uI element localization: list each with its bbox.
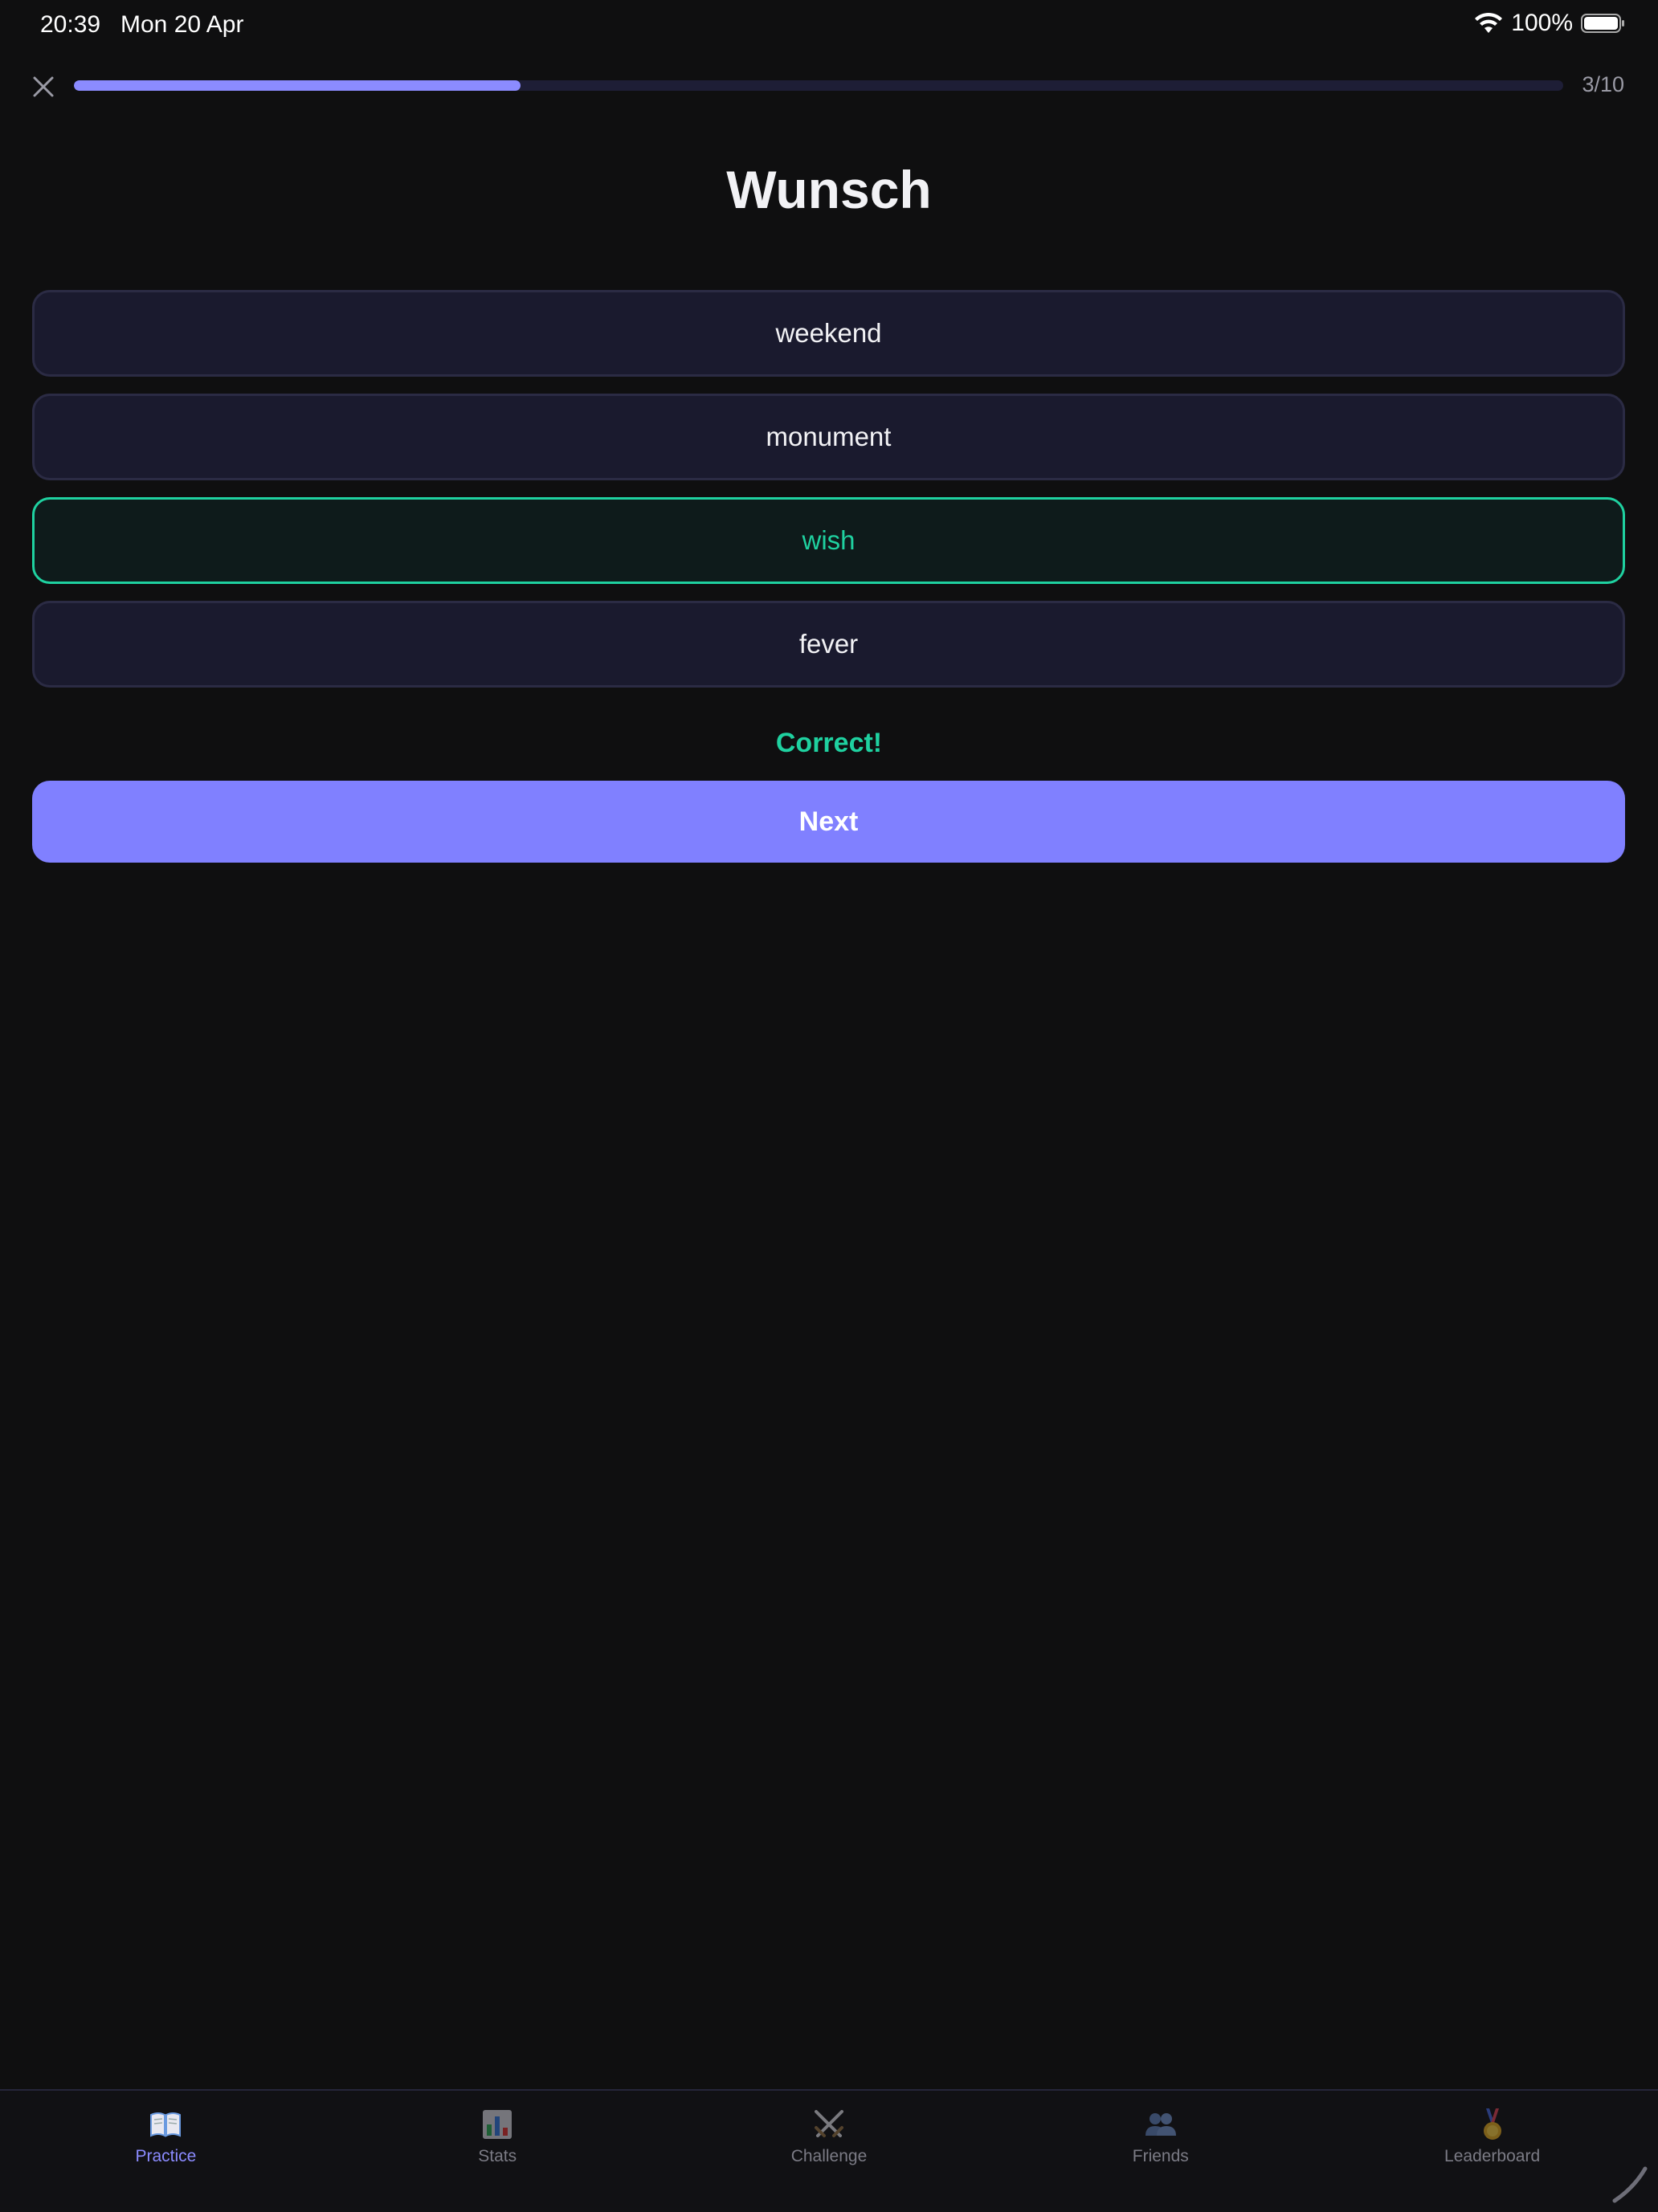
answer-option-weekend[interactable]: weekend [32,290,1625,377]
progress-count: 3/10 [1582,72,1624,96]
tab-label-leaderboard: Leaderboard [1444,2147,1541,2165]
tab-label-stats: Stats [478,2147,517,2165]
tab-label-challenge: Challenge [790,2147,868,2165]
progress-bar [74,80,1563,91]
wifi-icon [1475,12,1503,33]
tab-challenge[interactable]: Challenge [664,2091,995,2212]
status-date: Mon 20 Apr [120,11,244,38]
answer-option-wish[interactable]: wish [32,497,1625,584]
close-button[interactable] [24,67,63,106]
tab-leaderboard[interactable]: Leaderboard [1326,2091,1658,2212]
status-time: 20:39 [40,11,101,38]
crossed-swords-icon [814,2110,843,2137]
feedback-text: Correct! [775,728,883,758]
tab-label-friends: Friends [1132,2147,1189,2165]
people-icon [1145,2113,1176,2136]
tab-bar: Practice Stats Challenge Friends Leaderb… [0,2089,1658,2212]
battery-percentage: 100% [1511,10,1573,36]
book-icon [150,2112,182,2137]
bar-chart-icon [483,2110,513,2139]
next-button[interactable]: Next [32,781,1625,863]
medal-icon [1483,2108,1501,2140]
battery-icon [1581,14,1624,33]
tab-stats[interactable]: Stats [332,2091,664,2212]
answer-option-monument[interactable]: monument [32,394,1625,480]
tab-practice[interactable]: Practice [0,2091,332,2212]
answer-options: weekend monument wish fever [32,290,1625,704]
answer-option-fever[interactable]: fever [32,601,1625,688]
home-indicator [1612,2166,1648,2203]
tab-label-practice: Practice [135,2147,197,2165]
status-indicators: 100% [1474,10,1626,37]
tab-friends[interactable]: Friends [994,2091,1326,2212]
status-bar: 20:39 Mon 20 Apr 100% [0,0,1658,51]
progress-bar-fill [74,80,521,91]
prompt-word: Wunsch [726,160,932,219]
close-icon [33,76,54,97]
